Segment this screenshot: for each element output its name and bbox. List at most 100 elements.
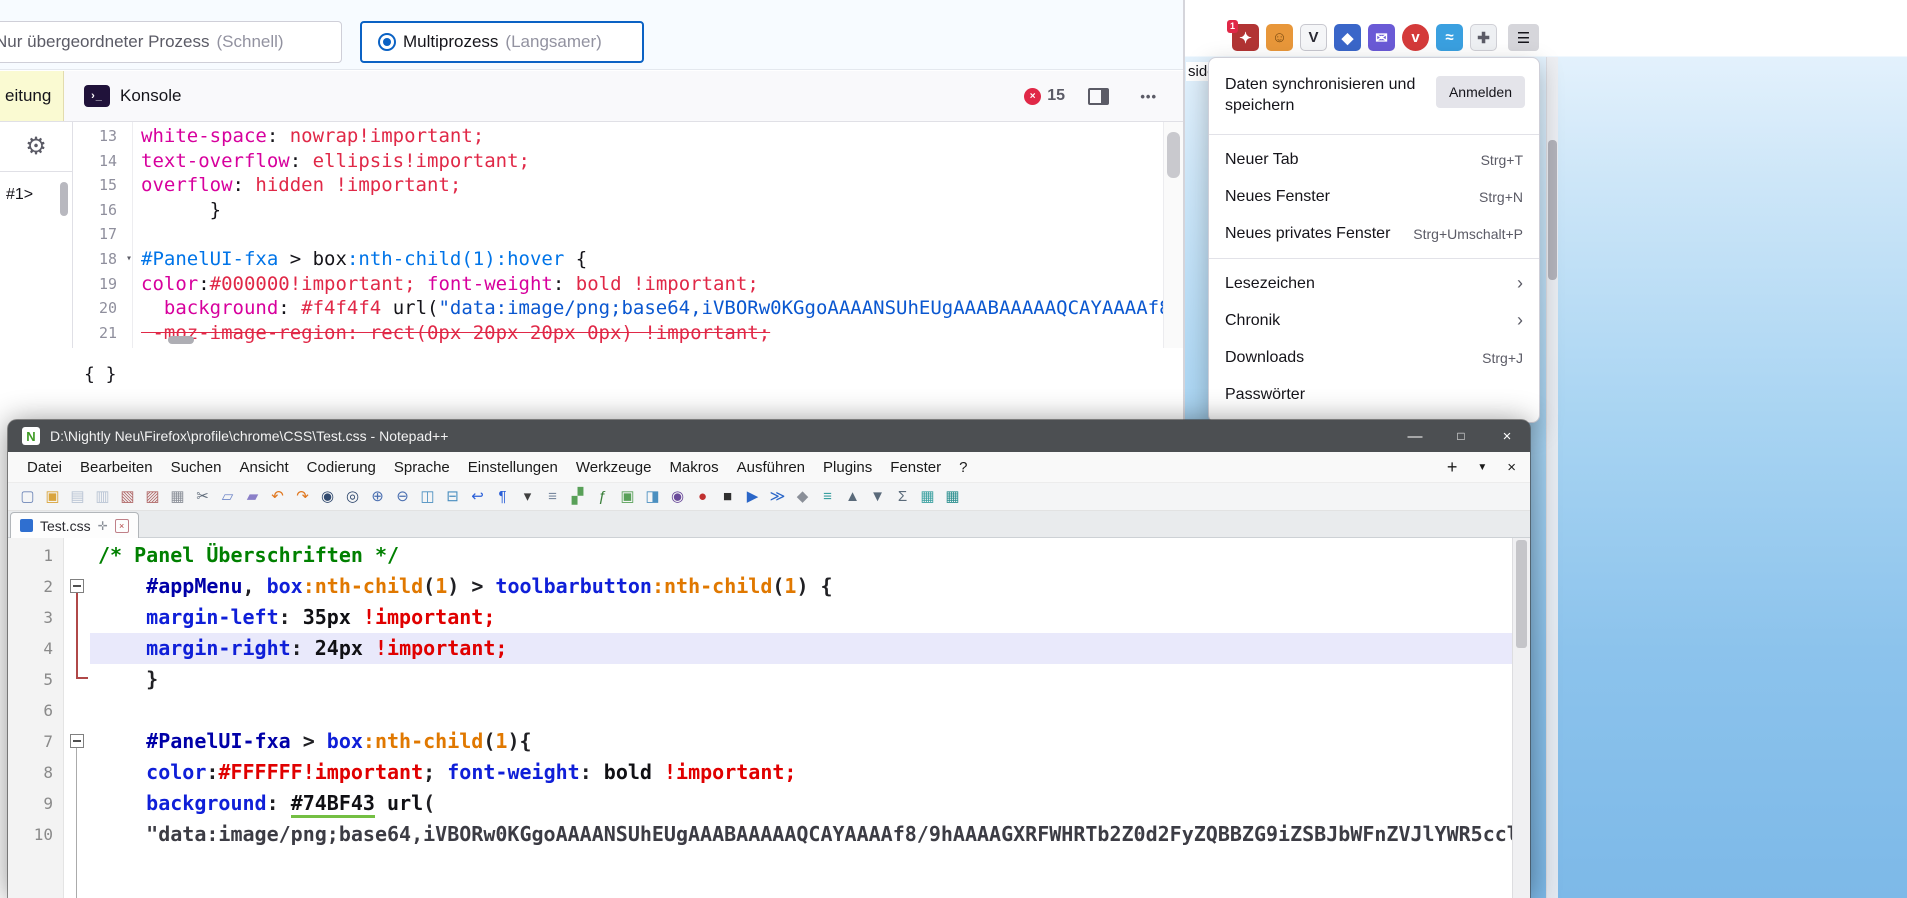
maximize-button[interactable]: □: [1438, 420, 1484, 452]
print-icon[interactable]: ▦: [168, 489, 187, 504]
save-icon[interactable]: ▤: [68, 489, 87, 504]
workspace-icon[interactable]: ▣: [618, 489, 637, 504]
monitoring-icon[interactable]: ◉: [668, 489, 687, 504]
run-multiple-icon[interactable]: ≫: [768, 489, 787, 504]
menu-item-downloads[interactable]: DownloadsStrg+J: [1209, 339, 1539, 376]
app-menu-button[interactable]: ☰: [1508, 24, 1539, 51]
zoom-in-icon[interactable]: ⊕: [368, 489, 387, 504]
play-macro-icon[interactable]: ▶: [743, 489, 762, 504]
sync-menu-item[interactable]: Daten synchronisieren und speichern Anme…: [1209, 64, 1539, 128]
indent-guide-icon[interactable]: ≡: [543, 489, 562, 504]
function-list-icon[interactable]: ƒ: [593, 489, 612, 504]
page-scrollbar-thumb[interactable]: [1548, 140, 1557, 280]
ext-badge-icon[interactable]: ✦1: [1232, 24, 1259, 51]
notepad-scrollbar-thumb[interactable]: [1516, 540, 1527, 648]
sign-in-button[interactable]: Anmelden: [1436, 76, 1525, 108]
undo-icon[interactable]: ↶: [268, 489, 287, 504]
css-text[interactable]: /* Panel Überschriften */ #appMenu, box:…: [90, 538, 1512, 898]
doc-switcher-icon[interactable]: ◨: [643, 489, 662, 504]
editor-scrollbar-thumb[interactable]: [1167, 132, 1180, 178]
show-symbols-icon[interactable]: ¶: [493, 489, 512, 504]
menu-item-lesezeichen[interactable]: Lesezeichen›: [1209, 265, 1539, 302]
menu-fenster[interactable]: Fenster: [881, 452, 950, 483]
menu-einstellungen[interactable]: Einstellungen: [459, 452, 567, 483]
doc-map-icon[interactable]: ▞: [568, 489, 587, 504]
new-tab-plus-icon[interactable]: +: [1447, 457, 1458, 478]
menu-codierung[interactable]: Codierung: [298, 452, 385, 483]
menu-suchen[interactable]: Suchen: [162, 452, 231, 483]
close-button[interactable]: ×: [1484, 420, 1530, 452]
save-all-icon[interactable]: ▥: [93, 489, 112, 504]
devtools-options-icon[interactable]: •••: [1140, 71, 1157, 121]
split-view-icon[interactable]: ◫: [418, 489, 437, 504]
sum-icon[interactable]: Σ: [893, 489, 912, 504]
redo-icon[interactable]: ↷: [293, 489, 312, 504]
tab-styleeditor-partial[interactable]: eitung: [0, 71, 64, 121]
menu-ansicht[interactable]: Ansicht: [230, 452, 297, 483]
menu-datei[interactable]: Datei: [18, 452, 71, 483]
word-wrap-icon[interactable]: ↩: [468, 489, 487, 504]
new-file-icon[interactable]: ▢: [18, 489, 37, 504]
ext-orange-icon[interactable]: ☺: [1266, 24, 1293, 51]
extensions-puzzle-icon[interactable]: ✚: [1470, 24, 1497, 51]
menu-bearbeiten[interactable]: Bearbeiten: [71, 452, 162, 483]
minimize-button[interactable]: —: [1392, 420, 1438, 452]
option-multiprocess[interactable]: Multiprozess (Langsamer): [360, 21, 644, 63]
menu-werkzeuge[interactable]: Werkzeuge: [567, 452, 661, 483]
close-file-icon[interactable]: ▧: [118, 489, 137, 504]
menu-sprache[interactable]: Sprache: [385, 452, 459, 483]
menu-plugins[interactable]: Plugins: [814, 452, 881, 483]
menu-item-chronik[interactable]: Chronik›: [1209, 302, 1539, 339]
menu-ausfhren[interactable]: Ausführen: [728, 452, 814, 483]
error-counter[interactable]: × 15: [1024, 71, 1065, 121]
tab-console[interactable]: ›_ Konsole: [74, 71, 191, 121]
tab-testcss[interactable]: Test.css ✛ ×: [10, 512, 139, 538]
save-macro-icon[interactable]: ◆: [793, 489, 812, 504]
notepad-titlebar[interactable]: N D:\Nightly Neu\Firefox\profile\chrome\…: [8, 420, 1530, 452]
sync-scroll-icon[interactable]: ⊟: [443, 489, 462, 504]
fold-caret-icon[interactable]: ▾: [126, 247, 132, 272]
close-tab-icon[interactable]: ×: [1507, 459, 1516, 476]
fold-collapse-icon[interactable]: [70, 579, 84, 593]
paste-icon[interactable]: ▰: [243, 489, 262, 504]
ext-red-circle-icon[interactable]: v: [1402, 24, 1429, 51]
column-mode-icon[interactable]: ▦: [918, 489, 937, 504]
pin-icon[interactable]: ✛: [98, 519, 108, 533]
cut-icon[interactable]: ✂: [193, 489, 212, 504]
ext-mail-icon[interactable]: ✉: [1368, 24, 1395, 51]
find-icon[interactable]: ◉: [318, 489, 337, 504]
tab-close-icon[interactable]: ×: [115, 519, 129, 533]
vimium-v-icon[interactable]: V: [1300, 24, 1327, 51]
sidebar-scrollbar-thumb[interactable]: [60, 182, 68, 216]
fold-margin[interactable]: [64, 538, 90, 898]
editor-scrollbar[interactable]: [1163, 122, 1183, 348]
table-icon[interactable]: ▦: [943, 489, 962, 504]
editor-hscrollbar-thumb[interactable]: [168, 336, 194, 344]
menu-item-neuer-tab[interactable]: Neuer TabStrg+T: [1209, 141, 1539, 178]
close-all-icon[interactable]: ▨: [143, 489, 162, 504]
notepad-editor[interactable]: 12345678910 /* Panel Überschriften */ #a…: [8, 538, 1530, 898]
menu-item-passw-rter[interactable]: Passwörter: [1209, 376, 1539, 413]
fold-collapse-icon[interactable]: [70, 734, 84, 748]
devtools-splitter[interactable]: [1183, 0, 1185, 420]
page-scrollbar[interactable]: [1546, 57, 1558, 898]
tab-list-dropdown-icon[interactable]: ▼: [1477, 462, 1487, 473]
record-macro-icon[interactable]: ●: [693, 489, 712, 504]
option-parent-process[interactable]: Nur übergeordneter Prozess (Schnell): [0, 21, 342, 63]
sort-desc-icon[interactable]: ▼: [868, 489, 887, 504]
replace-icon[interactable]: ◎: [343, 489, 362, 504]
notepad-scrollbar[interactable]: [1512, 538, 1530, 898]
css-source[interactable]: white-space: nowrap!important;text-overf…: [133, 122, 1163, 348]
sort-menu-icon[interactable]: ≡: [818, 489, 837, 504]
zoom-out-icon[interactable]: ⊖: [393, 489, 412, 504]
menu-makros[interactable]: Makros: [660, 452, 727, 483]
sort-asc-icon[interactable]: ▲: [843, 489, 862, 504]
menu-item-neues-privates-fenster[interactable]: Neues privates FensterStrg+Umschalt+P: [1209, 215, 1539, 252]
menu-?[interactable]: ?: [950, 452, 976, 483]
menu-item-neues-fenster[interactable]: Neues FensterStrg+N: [1209, 178, 1539, 215]
copy-icon[interactable]: ▱: [218, 489, 237, 504]
stop-macro-icon[interactable]: ■: [718, 489, 737, 504]
dropdown-icon[interactable]: ▾: [518, 489, 537, 504]
gear-icon[interactable]: ⚙: [25, 132, 47, 161]
open-file-icon[interactable]: ▣: [43, 489, 62, 504]
